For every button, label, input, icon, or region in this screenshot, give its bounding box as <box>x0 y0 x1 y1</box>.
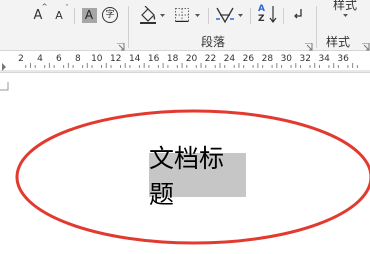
ruler-number: 18 <box>166 54 179 64</box>
chevron-down-icon <box>343 14 348 17</box>
borders-button[interactable] <box>173 4 191 26</box>
ruler-number: 10 <box>91 54 103 64</box>
paragraph-mark-icon <box>294 9 302 19</box>
ruler-number: 8 <box>74 54 81 64</box>
grow-font-icon: A ^ <box>33 2 48 23</box>
ruler-number: 22 <box>204 54 217 64</box>
ruler-number: 20 <box>185 54 198 64</box>
chevron-down-icon <box>160 14 165 17</box>
ruler-number: 14 <box>128 54 141 64</box>
styles-dialog-launcher-icon[interactable] <box>362 36 370 51</box>
ruler-number: 32 <box>299 54 311 64</box>
ribbon: A ^ Aˇ A 字 A Z 段落 样式 样式 <box>0 0 370 51</box>
borders-dropdown[interactable] <box>194 4 201 26</box>
ruler-number: 16 <box>147 54 160 64</box>
character-shading-button[interactable]: A <box>80 4 98 26</box>
ruler-number: 24 <box>223 54 236 64</box>
paint-bucket-icon <box>140 6 156 24</box>
indent-marker-icon <box>2 63 6 71</box>
enclose-characters-icon: 字 <box>102 7 118 23</box>
character-shading-icon: A <box>81 7 97 23</box>
divider <box>74 8 75 24</box>
ruler-number: 26 <box>242 54 255 64</box>
chevron-down-icon <box>238 14 243 17</box>
document-title[interactable]: 文档标题 <box>149 144 246 209</box>
shading-button[interactable] <box>138 4 158 26</box>
ruler-number: 6 <box>56 54 62 64</box>
styles-group-label: 样式 <box>326 35 351 49</box>
ruler-number: 12 <box>110 54 122 64</box>
divider <box>316 6 317 48</box>
ruler-number: 34 <box>318 54 330 64</box>
font-dialog-launcher-icon[interactable] <box>117 36 125 51</box>
asian-layout-dropdown[interactable] <box>237 4 244 26</box>
sort-button[interactable]: A Z <box>256 3 278 27</box>
horizontal-ruler[interactable]: 2 4 6 8 10 12 14 16 18 20 22 24 26 28 30 32 34 36 <box>0 51 370 73</box>
divider <box>250 8 251 24</box>
borders-icon <box>175 8 189 22</box>
shading-dropdown[interactable] <box>159 4 166 26</box>
paragraph-dialog-launcher-icon[interactable] <box>305 36 313 51</box>
divider <box>128 6 129 48</box>
ruler-number: 36 <box>337 54 349 64</box>
show-hide-marks-button[interactable] <box>290 4 306 26</box>
chevron-down-icon <box>195 14 200 17</box>
ruler-number: 2 <box>18 54 24 64</box>
shrink-font-button[interactable]: Aˇ <box>50 3 69 26</box>
asian-layout-icon <box>216 7 234 24</box>
ruler-number: 4 <box>37 54 43 64</box>
divider <box>208 8 209 24</box>
enclose-characters-button[interactable]: 字 <box>100 4 120 26</box>
divider <box>283 8 284 24</box>
paragraph-group-label: 段落 <box>201 35 226 49</box>
styles-gallery-dropdown[interactable] <box>342 4 349 26</box>
ruler-number: 30 <box>280 54 293 64</box>
asian-layout-button[interactable] <box>214 4 236 26</box>
ruler-number: 28 <box>261 54 274 64</box>
sort-icon: A Z <box>257 4 277 26</box>
shrink-font-icon: Aˇ <box>55 3 69 22</box>
grow-font-button[interactable]: A ^ <box>29 2 48 26</box>
